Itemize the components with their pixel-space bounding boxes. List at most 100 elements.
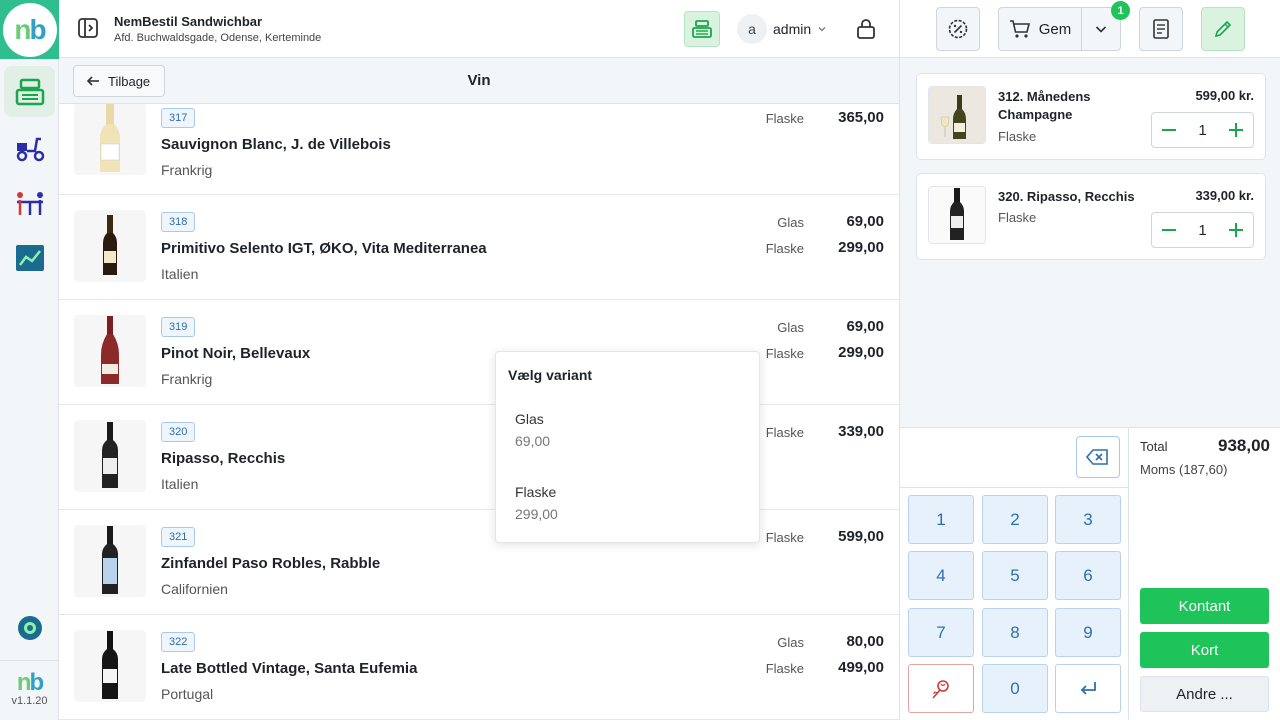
numpad-key-9[interactable]: 9: [1055, 608, 1121, 657]
numpad-key-2[interactable]: 2: [982, 495, 1048, 544]
variant-label: Glas: [777, 215, 804, 230]
cart-item-image: [928, 186, 986, 244]
cart-item-variant: Flaske: [998, 210, 1037, 225]
category-bar: Tilbage Vin: [59, 58, 899, 104]
product-origin: Portugal: [161, 686, 214, 702]
cart-item-variant: Flaske: [998, 129, 1037, 144]
lock-icon[interactable]: [854, 17, 878, 41]
rail-footer: nb v1.1.20: [0, 660, 59, 720]
card-button[interactable]: Kort: [1140, 632, 1269, 668]
backspace-button[interactable]: [1076, 436, 1120, 478]
option-name: Glas: [515, 411, 544, 427]
product-name: Late Bottled Vintage, Santa Eufemia: [161, 660, 418, 677]
product-number: 321: [161, 527, 196, 547]
numpad-key-0[interactable]: 0: [982, 664, 1048, 713]
numpad-key-6[interactable]: 6: [1055, 551, 1121, 600]
cash-button[interactable]: Kontant: [1140, 588, 1269, 624]
cart-item-price: 599,00 kr.: [1195, 88, 1254, 103]
variant-label: Glas: [777, 635, 804, 650]
nav-delivery-icon[interactable]: [4, 122, 55, 173]
numpad-key-1[interactable]: 1: [908, 495, 974, 544]
flower-button[interactable]: [908, 664, 974, 713]
nav-settings-icon[interactable]: [4, 602, 55, 653]
quantity-value: 1: [1198, 121, 1207, 139]
plus-icon[interactable]: [1227, 121, 1245, 139]
brand-logo: nb: [0, 0, 59, 59]
quantity-value: 1: [1198, 221, 1207, 239]
footer-logo: nb: [16, 669, 44, 696]
quantity-stepper: 1: [1151, 212, 1254, 248]
numpad-key-7[interactable]: 7: [908, 608, 974, 657]
product-row[interactable]: 319 Pinot Noir, Bellevaux Frankrig Glas …: [59, 300, 899, 405]
product-number: 318: [161, 212, 196, 232]
cart-item-image: [928, 86, 986, 144]
enter-icon: [1080, 681, 1096, 695]
product-list: 317 Sauvignon Blanc, J. de Villebois Fra…: [59, 104, 899, 720]
cart-item[interactable]: 320. Ripasso, Recchis 339,00 kr. Flaske …: [916, 173, 1266, 260]
numpad-key-8[interactable]: 8: [982, 608, 1048, 657]
minus-icon[interactable]: [1160, 121, 1178, 139]
save-label: Gem: [1038, 20, 1072, 38]
register-button[interactable]: [684, 11, 720, 47]
edit-button[interactable]: [1201, 7, 1245, 51]
nav-tables-icon[interactable]: [4, 178, 55, 229]
product-row[interactable]: 321 Zinfandel Paso Robles, Rabble Califo…: [59, 510, 899, 615]
product-number: 319: [161, 317, 196, 337]
avatar: a: [737, 14, 767, 44]
minus-icon[interactable]: [1160, 221, 1178, 239]
variant-popup: Vælg variant Glas 69,00 Flaske 299,00: [495, 351, 760, 543]
product-image: [74, 630, 146, 702]
variant-price: 339,00: [838, 423, 884, 440]
save-button[interactable]: Gem: [998, 7, 1082, 51]
product-row[interactable]: 320 Ripasso, Recchis Italien Flaske 339,…: [59, 405, 899, 510]
other-payment-button[interactable]: Andre ...: [1140, 676, 1269, 712]
user-name: admin: [773, 21, 812, 37]
enter-button[interactable]: [1055, 664, 1121, 713]
product-number: 322: [161, 632, 196, 652]
sidebar-toggle-icon[interactable]: [77, 17, 99, 39]
nav-stats-icon[interactable]: [4, 232, 55, 283]
product-image: [74, 315, 146, 387]
store-address: Afd. Buchwaldsgade, Odense, Kerteminde: [114, 32, 322, 44]
receipt-icon: [1153, 19, 1169, 39]
total-label: Total: [1140, 439, 1168, 454]
plus-icon[interactable]: [1227, 221, 1245, 239]
chevron-down-icon: [818, 27, 826, 32]
popup-title: Vælg variant: [508, 367, 593, 383]
variant-option-glas[interactable]: Glas 69,00: [496, 397, 759, 465]
discount-icon: [948, 19, 968, 39]
top-header: NemBestil Sandwichbar Afd. Buchwaldsgade…: [59, 0, 899, 58]
product-origin: Frankrig: [161, 371, 213, 387]
variant-price: 299,00: [838, 239, 884, 256]
product-row[interactable]: 318 Primitivo Selento IGT, ØKO, Vita Med…: [59, 195, 899, 300]
variant-price: 365,00: [838, 109, 884, 126]
variant-price: 80,00: [846, 633, 884, 650]
order-toolbar: Gem 1: [900, 0, 1280, 58]
variant-price: 69,00: [846, 318, 884, 335]
numpad-key-5[interactable]: 5: [982, 551, 1048, 600]
cart-item[interactable]: 312. Månedens Champagne 599,00 kr. Flask…: [916, 73, 1266, 160]
nav-register-icon[interactable]: [4, 66, 55, 117]
product-row[interactable]: 322 Late Bottled Vintage, Santa Eufemia …: [59, 615, 899, 720]
product-name: Primitivo Selento IGT, ØKO, Vita Mediter…: [161, 240, 487, 257]
product-image: [74, 210, 146, 282]
variant-option-flaske[interactable]: Flaske 299,00: [496, 470, 759, 538]
variant-label: Flaske: [765, 241, 804, 256]
product-row[interactable]: 317 Sauvignon Blanc, J. de Villebois Fra…: [59, 104, 899, 195]
option-price: 299,00: [515, 506, 558, 522]
variant-label: Flaske: [765, 661, 804, 676]
user-menu[interactable]: a admin: [737, 14, 827, 44]
receipt-button[interactable]: [1139, 7, 1183, 51]
discount-button[interactable]: [936, 7, 980, 51]
left-rail: nb nb v1.1.20: [0, 0, 59, 720]
product-origin: Californien: [161, 581, 228, 597]
app-version: v1.1.20: [11, 695, 48, 707]
product-origin: Italien: [161, 476, 199, 492]
store-name: NemBestil Sandwichbar: [114, 14, 263, 29]
variant-price: 499,00: [838, 659, 884, 676]
cart-count-badge: 1: [1111, 1, 1130, 20]
cart-list: 312. Månedens Champagne 599,00 kr. Flask…: [900, 58, 1280, 428]
numpad-key-4[interactable]: 4: [908, 551, 974, 600]
numpad-key-3[interactable]: 3: [1055, 495, 1121, 544]
chevron-down-icon: [1095, 26, 1107, 33]
